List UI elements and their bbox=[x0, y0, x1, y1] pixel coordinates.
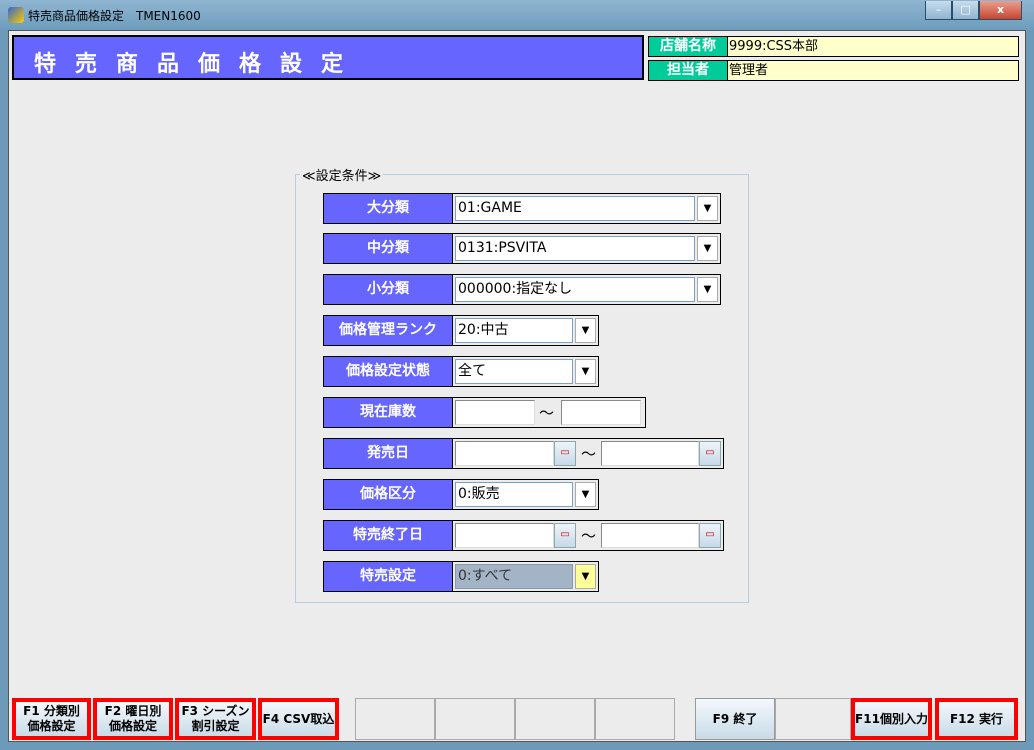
release-range: ▭ ～ ▭ bbox=[453, 438, 724, 469]
release-label: 発売日 bbox=[323, 438, 453, 469]
sale-end-to-input[interactable] bbox=[601, 523, 699, 548]
f2-weekday-price-button[interactable]: F2 曜日別 価格設定 bbox=[93, 698, 173, 740]
calendar-icon[interactable]: ▭ bbox=[699, 523, 721, 548]
minimize-button[interactable]: – bbox=[925, 1, 952, 20]
group-title: ≪設定条件≫ bbox=[300, 165, 384, 184]
f7-blank-button[interactable] bbox=[515, 698, 595, 740]
f1-category-price-button[interactable]: F1 分類別 価格設定 bbox=[12, 698, 91, 740]
minor-value[interactable]: 000000:指定なし bbox=[455, 277, 695, 302]
middle-combo[interactable]: 0131:PSVITA ▼ bbox=[453, 233, 721, 264]
middle-value[interactable]: 0131:PSVITA bbox=[455, 236, 695, 261]
button-line: F1 分類別 bbox=[23, 704, 80, 718]
button-line: F3 シーズン bbox=[181, 704, 250, 718]
close-button[interactable]: x bbox=[979, 1, 1022, 20]
rank-value[interactable]: 20:中古 bbox=[455, 318, 573, 343]
minor-combo[interactable]: 000000:指定なし ▼ bbox=[453, 274, 721, 305]
stock-from-input[interactable] bbox=[455, 400, 535, 425]
dropdown-arrow-icon[interactable]: ▼ bbox=[575, 359, 596, 384]
status-combo[interactable]: 全て ▼ bbox=[453, 356, 599, 387]
f3-season-discount-button[interactable]: F3 シーズン 割引設定 bbox=[175, 698, 256, 740]
price-type-combo[interactable]: 0:販売 ▼ bbox=[453, 479, 599, 510]
sale-setting-value[interactable]: 0:すべて bbox=[455, 564, 573, 589]
staff-value: 管理者 bbox=[728, 60, 1019, 81]
dropdown-arrow-icon[interactable]: ▼ bbox=[575, 564, 596, 589]
app-icon bbox=[8, 7, 24, 23]
rank-combo[interactable]: 20:中古 ▼ bbox=[453, 315, 599, 346]
stock-range: ～ bbox=[453, 397, 646, 428]
range-separator: ～ bbox=[581, 527, 597, 545]
f12-execute-button[interactable]: F12 実行 bbox=[935, 698, 1018, 740]
store-value: 9999:CSS本部 bbox=[728, 36, 1019, 57]
price-type-label: 価格区分 bbox=[323, 479, 453, 510]
rank-label: 価格管理ランク bbox=[323, 315, 453, 346]
maximize-button[interactable]: □ bbox=[952, 1, 979, 20]
status-value[interactable]: 全て bbox=[455, 359, 573, 384]
minor-label: 小分類 bbox=[323, 274, 453, 305]
f5-blank-button[interactable] bbox=[355, 698, 435, 740]
major-value[interactable]: 01:GAME bbox=[455, 196, 695, 221]
sale-end-from-input[interactable] bbox=[455, 523, 554, 548]
f6-blank-button[interactable] bbox=[435, 698, 515, 740]
range-separator: ～ bbox=[539, 404, 555, 422]
calendar-icon[interactable]: ▭ bbox=[554, 523, 576, 548]
button-line: 割引設定 bbox=[191, 719, 240, 733]
middle-label: 中分類 bbox=[323, 233, 453, 264]
button-line: 価格設定 bbox=[27, 719, 76, 733]
f8-blank-button[interactable] bbox=[595, 698, 675, 740]
f11-individual-input-button[interactable]: F11個別入力 bbox=[851, 698, 932, 740]
f4-csv-import-button[interactable]: F4 CSV取込 bbox=[258, 698, 339, 740]
stock-to-input[interactable] bbox=[561, 400, 641, 425]
dropdown-arrow-icon[interactable]: ▼ bbox=[697, 277, 718, 302]
sale-end-range: ▭ ～ ▭ bbox=[453, 520, 724, 551]
page-title: 特売商品価格設定 bbox=[12, 35, 644, 80]
button-line: F2 曜日別 bbox=[104, 704, 162, 718]
major-combo[interactable]: 01:GAME ▼ bbox=[453, 193, 721, 224]
release-from-input[interactable] bbox=[455, 441, 554, 466]
status-label: 価格設定状態 bbox=[323, 356, 453, 387]
staff-label: 担当者 bbox=[648, 60, 728, 81]
major-label: 大分類 bbox=[323, 193, 453, 224]
calendar-icon[interactable]: ▭ bbox=[699, 441, 721, 466]
sale-setting-combo[interactable]: 0:すべて ▼ bbox=[453, 561, 599, 592]
stock-label: 現在庫数 bbox=[323, 397, 453, 428]
dropdown-arrow-icon[interactable]: ▼ bbox=[575, 318, 596, 343]
calendar-icon[interactable]: ▭ bbox=[554, 441, 576, 466]
price-type-value[interactable]: 0:販売 bbox=[455, 482, 573, 507]
button-line: 価格設定 bbox=[108, 719, 157, 733]
sale-end-label: 特売終了日 bbox=[323, 520, 453, 551]
f10-blank-button[interactable] bbox=[775, 698, 851, 740]
store-label: 店舗名称 bbox=[648, 36, 728, 57]
f9-exit-button[interactable]: F9 終了 bbox=[695, 698, 775, 740]
dropdown-arrow-icon[interactable]: ▼ bbox=[697, 196, 718, 221]
sale-setting-label: 特売設定 bbox=[323, 561, 453, 592]
range-separator: ～ bbox=[581, 445, 597, 463]
dropdown-arrow-icon[interactable]: ▼ bbox=[697, 236, 718, 261]
release-to-input[interactable] bbox=[601, 441, 699, 466]
dropdown-arrow-icon[interactable]: ▼ bbox=[575, 482, 596, 507]
window-title: 特売商品価格設定 TMEN1600 bbox=[28, 9, 201, 23]
